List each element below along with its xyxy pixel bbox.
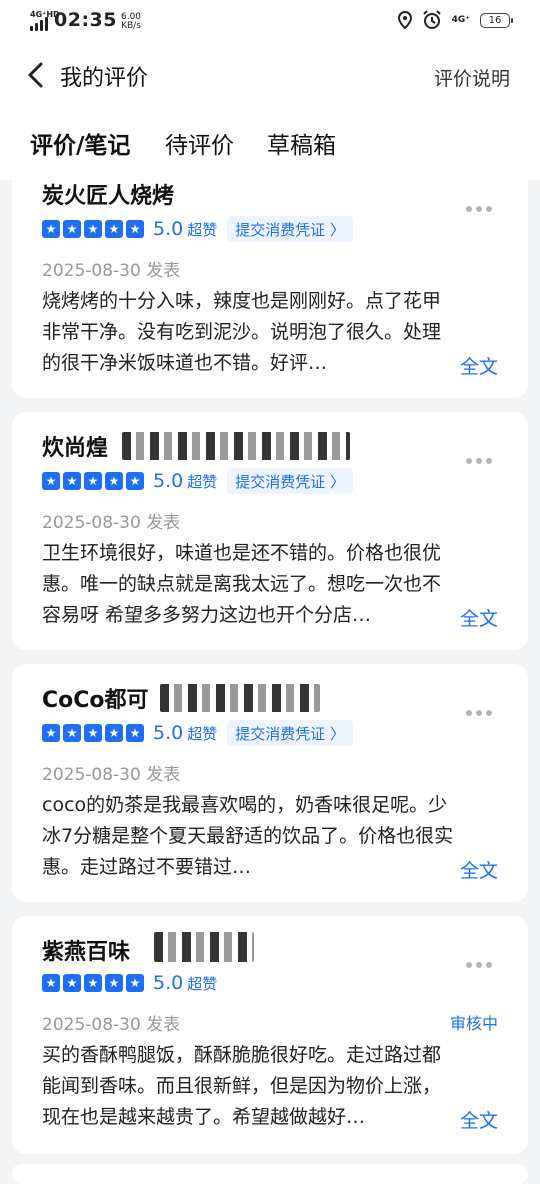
star-icon: ★ [105, 220, 123, 238]
review-line: 的很干净米饭味道也不错。好评… [42, 352, 328, 374]
location-icon [397, 11, 412, 29]
review-card[interactable]: 炊尚煌 ★ ★ ★ ★ ★ 5.0 超赞 提交消费凭证 〉 2025-08-30 发表 … [12, 412, 528, 650]
star-icon: ★ [63, 974, 81, 992]
review-text[interactable]: coco的奶茶是我最喜欢喝的，奶香味很足呢。少 冰7分糖是整个夏天最舒适的饮品了… [42, 790, 502, 883]
status-bar: 4G⁺HD 02:35 6.00 KB/s 4G⁺ 16 [0, 0, 540, 42]
review-card[interactable]: CoCo都可 ★ ★ ★ ★ ★ 5.0 超赞 提交消费凭证 〉 2025-08-30 … [12, 664, 528, 902]
review-line: 冰7分糖是整个夏天最舒适的饮品了。价格也很实 [42, 825, 454, 847]
redacted-text [160, 684, 320, 712]
alarm-icon [422, 10, 441, 29]
review-line: 烧烤烤的十分入味，辣度也是刚刚好。点了花甲 [42, 290, 442, 312]
star-icon: ★ [63, 220, 81, 238]
submit-voucher-button[interactable]: 提交消费凭证 〉 [227, 720, 354, 746]
star-icon: ★ [126, 472, 144, 490]
signal-icon: 4G⁺HD [30, 10, 60, 31]
network-tag: 4G⁺HD [30, 10, 60, 19]
battery-icon: 16 [480, 12, 513, 28]
shop-name[interactable]: 炊尚煌 [42, 430, 108, 462]
star-icon: ★ [42, 472, 60, 490]
rating-row: ★ ★ ★ ★ ★ 5.0 超赞 提交消费凭证 〉 [42, 468, 354, 494]
more-options-icon[interactable] [466, 206, 492, 212]
star-icon: ★ [105, 472, 123, 490]
speed-unit: KB/s [121, 21, 141, 31]
rating-row: ★ ★ ★ ★ ★ 5.0 超赞 [42, 972, 217, 994]
full-text-link[interactable]: 全文 [460, 604, 498, 631]
score-tag: 超赞 [187, 220, 218, 239]
review-text[interactable]: 烧烤烤的十分入味，辣度也是刚刚好。点了花甲 非常干净。没有吃到泥沙。说明泡了很久… [42, 286, 502, 379]
battery-level: 16 [488, 14, 502, 26]
nav-bar: 我的评价 评价说明 [0, 42, 540, 110]
score-tag: 超赞 [187, 724, 218, 743]
star-icon: ★ [84, 472, 102, 490]
full-text-link[interactable]: 全文 [460, 856, 498, 883]
tab-drafts[interactable]: 草稿箱 [267, 126, 336, 160]
review-line: 非常干净。没有吃到泥沙。说明泡了很久。处理 [42, 321, 442, 343]
network-4g: 4G⁺ [451, 15, 470, 25]
review-line: 惠。走过路过不要错过… [42, 856, 252, 878]
star-icon: ★ [42, 724, 60, 742]
full-text-link[interactable]: 全文 [460, 1106, 498, 1133]
full-text-link[interactable]: 全文 [460, 352, 498, 379]
star-icon: ★ [63, 472, 81, 490]
review-line: 容易呀 希望多多努力这边也开个分店… [42, 604, 372, 626]
net-speed: 6.00 KB/s [121, 13, 141, 31]
submit-voucher-button[interactable]: 提交消费凭证 〉 [227, 468, 354, 494]
score: 5.0 [153, 218, 184, 240]
back-icon[interactable] [22, 60, 52, 90]
star-icon: ★ [105, 974, 123, 992]
redacted-text [154, 932, 254, 962]
star-icon: ★ [42, 220, 60, 238]
page-title: 我的评价 [60, 66, 149, 91]
review-card[interactable] [12, 1164, 528, 1184]
shop-name[interactable]: 紫燕百味 [42, 934, 130, 966]
more-options-icon[interactable] [466, 710, 492, 716]
submit-voucher-button[interactable]: 提交消费凭证 〉 [227, 216, 354, 242]
star-icon: ★ [63, 724, 81, 742]
review-card[interactable]: 炭火匠人烧烤 ★ ★ ★ ★ ★ 5.0 超赞 提交消费凭证 〉 2025-08-30 … [12, 160, 528, 398]
shop-name[interactable]: CoCo都可 [42, 682, 149, 714]
review-date: 2025-08-30 发表 [42, 261, 181, 281]
review-text[interactable]: 卫生环境很好，味道也是还不错的。价格也很优 惠。唯一的缺点就是离我太远了。想吃一… [42, 538, 502, 631]
score-tag: 超赞 [187, 472, 218, 491]
star-icon: ★ [126, 974, 144, 992]
star-icon: ★ [84, 974, 102, 992]
more-options-icon[interactable] [466, 458, 492, 464]
tab-pending-review[interactable]: 待评价 [165, 126, 234, 160]
review-line: 惠。唯一的缺点就是离我太远了。想吃一次也不 [42, 573, 442, 595]
score: 5.0 [153, 722, 184, 744]
review-text[interactable]: 买的香酥鸭腿饭，酥酥脆脆很好吃。走过路过都 能闻到香味。而且很新鲜，但是因为物价… [42, 1040, 502, 1133]
star-icon: ★ [126, 724, 144, 742]
tab-reviews-notes[interactable]: 评价/笔记 [30, 126, 130, 160]
review-line: coco的奶茶是我最喜欢喝的，奶香味很足呢。少 [42, 794, 448, 816]
star-icon: ★ [84, 220, 102, 238]
star-icon: ★ [126, 220, 144, 238]
review-status: 审核中 [449, 1014, 498, 1033]
more-options-icon[interactable] [466, 962, 492, 968]
star-icon: ★ [105, 724, 123, 742]
review-line: 卫生环境很好，味道也是还不错的。价格也很优 [42, 542, 442, 564]
review-guide-link[interactable]: 评价说明 [434, 64, 510, 91]
clock: 02:35 [54, 9, 117, 31]
star-icon: ★ [84, 724, 102, 742]
review-line: 能闻到香味。而且很新鲜，但是因为物价上涨， [42, 1075, 442, 1097]
shop-name[interactable]: 炭火匠人烧烤 [42, 178, 174, 210]
score: 5.0 [153, 470, 184, 492]
review-card[interactable]: 紫燕百味 ★ ★ ★ ★ ★ 5.0 超赞 2025-08-30 发表 审核中 买的香酥… [12, 916, 528, 1154]
review-line: 现在也是越来越贵了。希望越做越好… [42, 1106, 366, 1128]
rating-row: ★ ★ ★ ★ ★ 5.0 超赞 提交消费凭证 〉 [42, 216, 354, 242]
review-date: 2025-08-30 发表 [42, 513, 181, 533]
redacted-text [122, 432, 350, 460]
star-icon: ★ [42, 974, 60, 992]
score: 5.0 [153, 972, 184, 994]
review-date: 2025-08-30 发表 [42, 765, 181, 785]
rating-row: ★ ★ ★ ★ ★ 5.0 超赞 提交消费凭证 〉 [42, 720, 354, 746]
review-line: 买的香酥鸭腿饭，酥酥脆脆很好吃。走过路过都 [42, 1044, 442, 1066]
score-tag: 超赞 [187, 974, 218, 993]
review-date: 2025-08-30 发表 [42, 1015, 181, 1035]
